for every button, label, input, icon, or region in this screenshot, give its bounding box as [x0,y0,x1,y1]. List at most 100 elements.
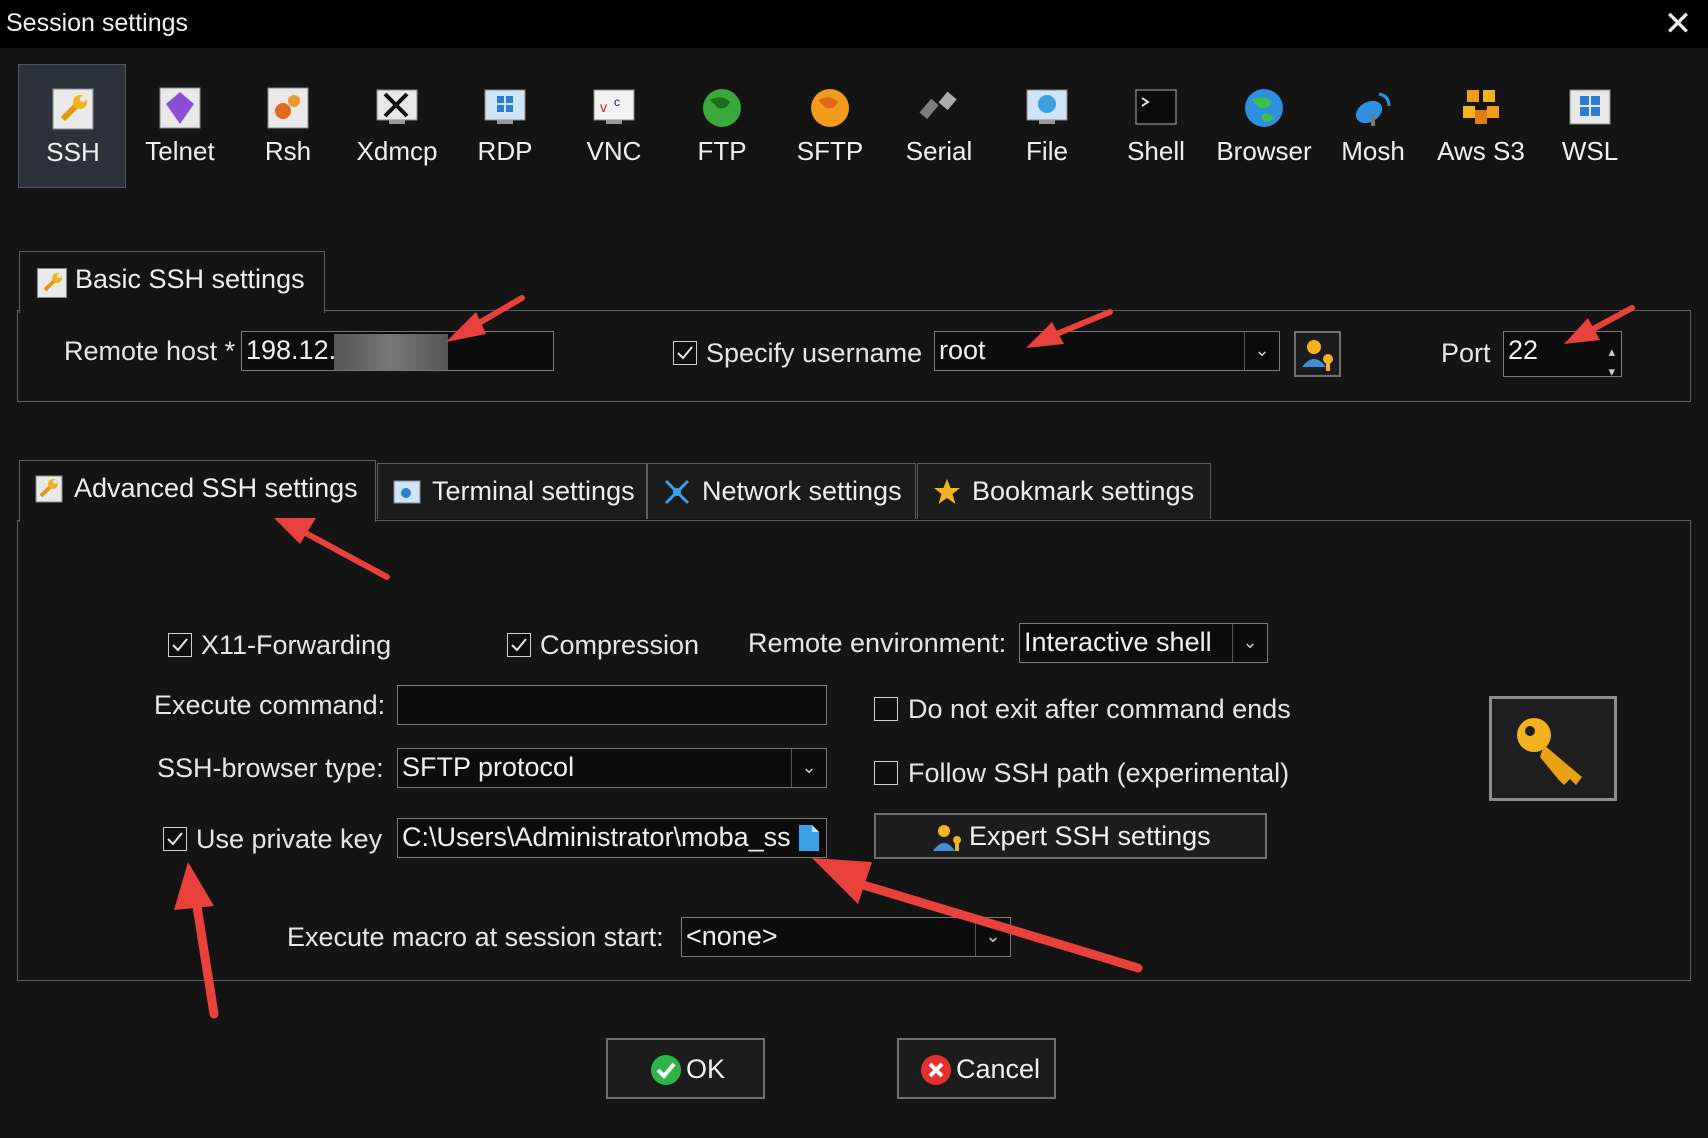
session-type-label: VNC [586,136,642,166]
file-monitor-icon [1026,89,1068,124]
session-type-label: SFTP [796,136,864,166]
session-type-shell[interactable]: Shell [1102,64,1210,188]
tab-bookmark-settings[interactable]: Bookmark settings [917,463,1211,519]
execute-command-label: Execute command: [154,690,386,720]
follow-ssh-path-checkbox[interactable] [874,761,898,785]
svg-text:v: v [600,99,607,115]
chevron-down-icon[interactable]: ⌄ [1232,624,1267,662]
session-type-xdmcp[interactable]: Xdmcp [343,64,451,188]
user-credentials-button[interactable] [1294,331,1341,377]
compression-checkbox[interactable] [507,633,531,657]
session-type-label: Serial [905,136,973,166]
compression-label: Compression [540,630,700,660]
session-type-label: Mosh [1341,136,1405,166]
chevron-down-icon[interactable]: ⌄ [975,918,1010,956]
follow-ssh-path-label: Follow SSH path (experimental) [908,758,1290,788]
tab-label: Basic SSH settings [75,264,305,294]
session-type-rdp[interactable]: RDP [451,64,559,188]
chevron-down-icon[interactable]: ⌄ [1244,332,1279,370]
session-type-ssh[interactable]: SSH [18,64,126,188]
chevron-down-icon[interactable]: ⌄ [791,749,826,787]
spin-down-icon[interactable]: ▾ [1608,354,1615,376]
wsl-windows-icon [1569,89,1611,125]
session-type-file[interactable]: File [993,64,1101,188]
user-key-icon [1302,340,1333,371]
session-type-browser[interactable]: Browser [1210,64,1318,188]
execute-command-input[interactable] [397,685,827,725]
ok-label: OK [686,1054,726,1084]
specify-username-checkbox[interactable] [673,341,697,365]
remote-environment-value: Interactive shell [1024,627,1212,657]
remote-host-label: Remote host * [64,336,236,366]
x11-forwarding-checkbox[interactable] [168,633,192,657]
session-type-rsh[interactable]: Rsh [234,64,342,188]
session-type-ftp[interactable]: FTP [668,64,776,188]
tab-advanced-ssh-settings[interactable]: Advanced SSH settings [19,460,376,522]
session-type-label: WSL [1561,136,1619,166]
close-icon[interactable]: ✕ [1658,4,1698,44]
port-spinner[interactable]: 22 ▴ ▾ [1503,331,1622,377]
ftp-globe-icon [703,89,741,127]
session-type-label: Rsh [264,136,312,166]
session-type-label: Telnet [145,136,215,166]
tab-terminal-settings[interactable]: Terminal settings [377,463,647,519]
check-circle-icon [651,1055,681,1085]
vnc-monitor-icon: vc [593,89,635,124]
user-key-icon [933,825,961,851]
tab-network-settings[interactable]: Network settings [647,463,916,519]
tab-label: Bookmark settings [972,476,1195,506]
expert-ssh-settings-button[interactable]: Expert SSH settings [874,813,1267,859]
use-private-key-checkbox[interactable] [163,827,187,851]
session-type-label: Shell [1127,136,1185,166]
file-browse-icon[interactable] [798,824,820,852]
remote-host-input[interactable]: 198.12. [241,331,554,371]
remote-environment-label: Remote environment: [748,628,1007,658]
session-type-label: RDP [477,136,533,166]
remote-environment-combo[interactable]: Interactive shell ⌄ [1019,623,1268,663]
ssh-browser-type-combo[interactable]: SFTP protocol ⌄ [397,748,827,788]
session-type-telnet[interactable]: Telnet [126,64,234,188]
x11-forwarding-label: X11-Forwarding [201,630,392,660]
do-not-exit-checkbox[interactable] [874,697,898,721]
username-value: root [939,335,986,365]
port-value: 22 [1508,335,1539,365]
ssh-browser-type-value: SFTP protocol [402,752,575,782]
session-type-mosh[interactable]: Mosh [1319,64,1427,188]
session-type-label: FTP [697,136,747,166]
advanced-settings-group [17,520,1691,981]
serial-plug-icon [919,91,957,119]
ssh-wrench-icon [52,88,94,130]
port-label: Port [1441,338,1491,368]
specify-username-label: Specify username [706,338,923,368]
tab-label: Network settings [702,476,902,506]
session-type-label: File [1026,136,1068,166]
mosh-satellite-icon [1355,92,1391,126]
session-type-aws-s3[interactable]: Aws S3 [1427,64,1535,188]
execute-macro-label: Execute macro at session start: [287,922,664,952]
cancel-button[interactable]: Cancel [897,1038,1056,1099]
session-type-wsl[interactable]: WSL [1536,64,1644,188]
xdmcp-x-icon [376,89,418,124]
execute-macro-value: <none> [686,921,778,951]
cancel-label: Cancel [956,1054,1041,1084]
redaction-blur [334,334,448,370]
title-bar: Session settings ✕ [0,0,1708,49]
sftp-globe-icon [811,89,849,127]
session-type-serial[interactable]: Serial [885,64,993,188]
svg-text:c: c [614,95,620,109]
private-key-path-input[interactable]: C:\Users\Administrator\moba_ss [397,818,827,858]
session-type-label: SSH [46,137,100,167]
session-type-sftp[interactable]: SFTP [776,64,884,188]
session-type-vnc[interactable]: v c VNC [560,64,668,188]
username-combo[interactable]: root ⌄ [934,331,1280,371]
ssh-browser-type-label: SSH-browser type: [157,753,384,783]
rsh-gears-icon [267,87,309,129]
tab-basic-ssh-settings[interactable]: Basic SSH settings [19,251,325,313]
private-key-path-value: C:\Users\Administrator\moba_ss [402,822,791,852]
wrench-icon [37,268,67,298]
rdp-windows-icon [484,89,526,124]
execute-macro-combo[interactable]: <none> ⌄ [681,917,1011,957]
tab-label: Terminal settings [432,476,635,506]
ok-button[interactable]: OK [606,1038,765,1099]
remote-host-value: 198.12. [246,335,337,365]
